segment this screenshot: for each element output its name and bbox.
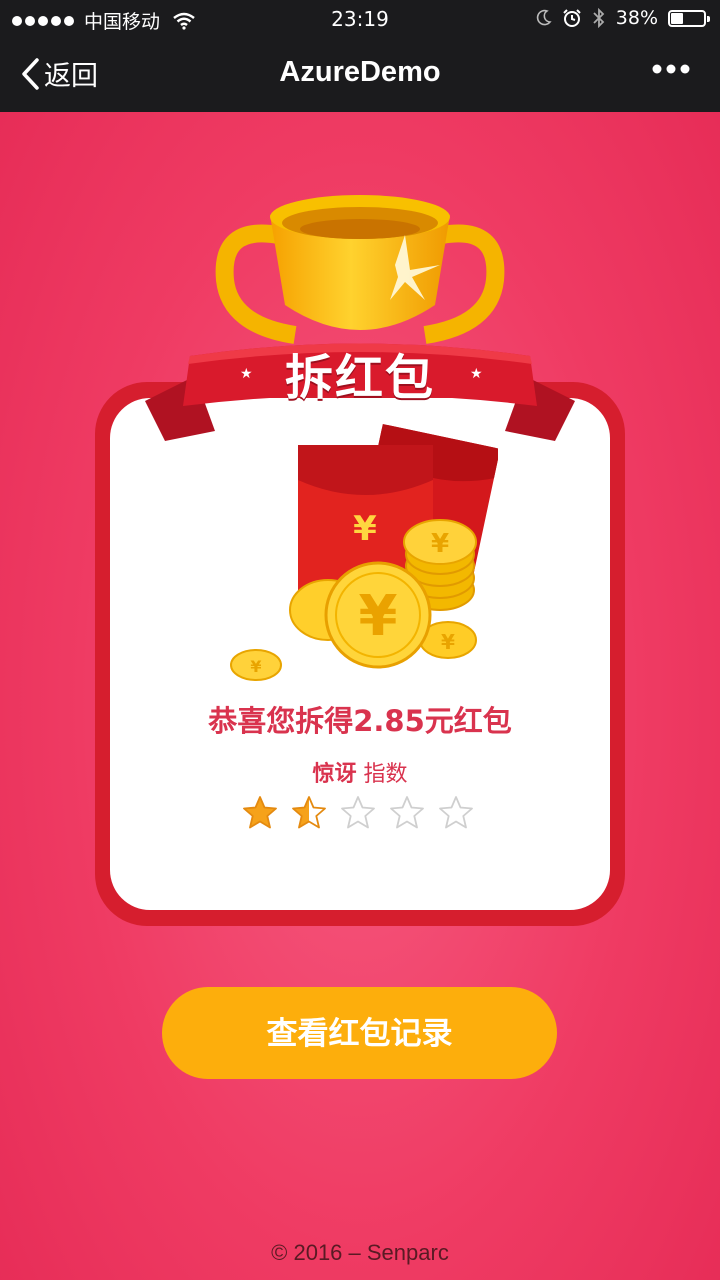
copyright-footer: © 2016 – Senparc: [271, 1240, 449, 1265]
svg-text:¥: ¥: [431, 529, 449, 559]
surprise-rating-stars: [242, 795, 474, 831]
svg-text:¥: ¥: [250, 657, 261, 676]
svg-text:★: ★: [470, 366, 483, 382]
star-icon: [243, 796, 277, 829]
moon-icon: [536, 9, 552, 26]
star-icon: [439, 796, 473, 829]
page-title: AzureDemo: [279, 56, 441, 88]
view-records-button[interactable]: 查看红包记录: [162, 987, 557, 1079]
star-icon: [292, 796, 326, 829]
more-menu-button[interactable]: [652, 60, 690, 79]
svg-text:★: ★: [240, 366, 253, 382]
ribbon-title: 拆红包: [284, 350, 435, 406]
nav-bar: 返回 AzureDemo: [0, 38, 720, 112]
svg-text:¥: ¥: [441, 630, 455, 654]
bluetooth-icon: [593, 8, 605, 28]
trophy-icon: [215, 195, 505, 344]
surprise-index-label: 惊讶 指数: [110, 756, 610, 788]
more-dots-icon: [652, 64, 690, 74]
red-envelope-coins-illustration: ¥ ¥ ¥ ¥ ¥: [230, 423, 498, 681]
svg-text:¥: ¥: [359, 584, 398, 649]
svg-text:¥: ¥: [353, 509, 377, 549]
status-bar: 中国移动 23:19 38%: [0, 0, 720, 38]
battery-level-fill: [671, 12, 684, 24]
star-icon: [390, 796, 424, 829]
battery-icon: [668, 9, 710, 27]
status-bar-right: 38%: [536, 7, 710, 29]
alarm-icon: [563, 9, 581, 27]
star-icon: [341, 796, 375, 829]
congrats-message: 恭喜您拆得2.85元红包: [208, 704, 512, 738]
surprise-label-2: 指数: [363, 762, 408, 787]
battery-percent: 38%: [615, 7, 658, 29]
surprise-label-1: 惊讶: [312, 762, 357, 787]
